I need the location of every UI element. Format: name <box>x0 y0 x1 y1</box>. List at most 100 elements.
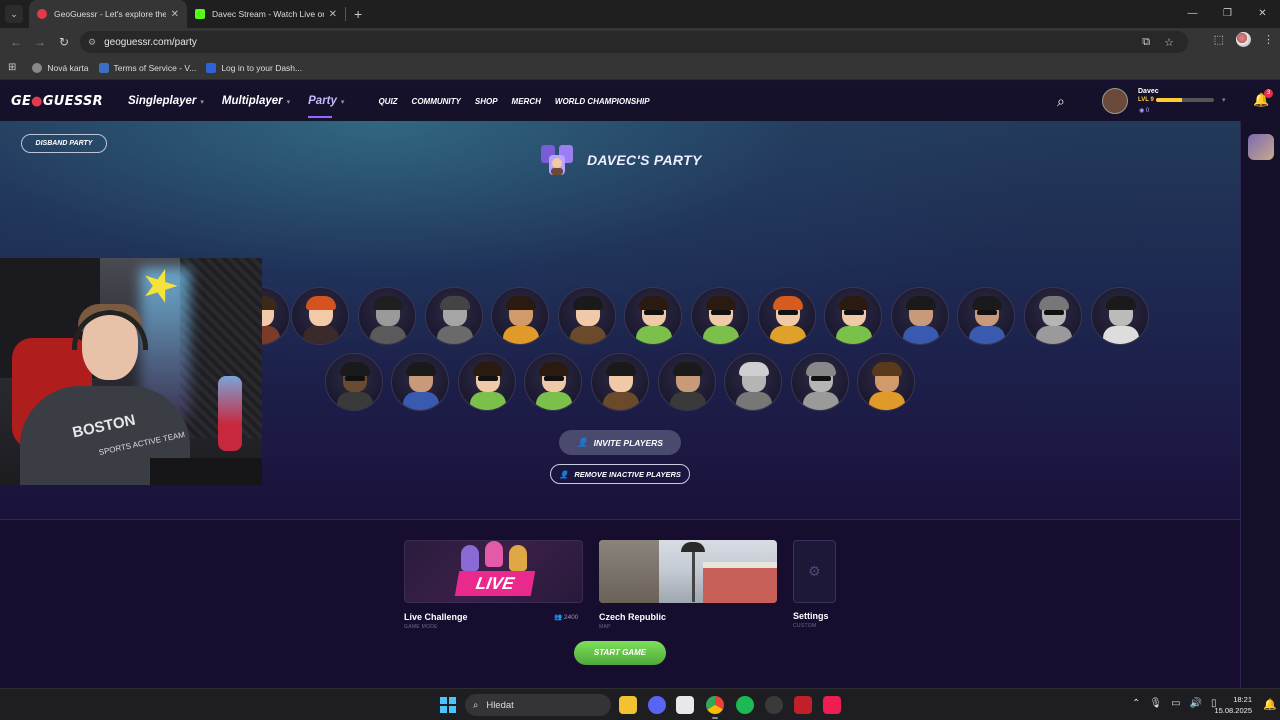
apps-grid-icon[interactable]: ⊞ <box>8 62 16 73</box>
obs-icon[interactable] <box>765 696 783 714</box>
nav-singleplayer[interactable]: Singleplayer ▾ <box>128 95 204 107</box>
party-member-avatar[interactable] <box>791 353 849 411</box>
bookmark-label: Terms of Service - V... <box>113 62 197 73</box>
geoguessr-logo[interactable]: GE●GUESSR <box>11 94 103 109</box>
party-member-avatar[interactable] <box>724 353 782 411</box>
user-level: LVL 9 <box>1138 97 1154 103</box>
tab-kick-stream[interactable]: Davec Stream - Watch Live on K ✕ <box>187 0 345 28</box>
sunglasses-icon <box>644 310 664 315</box>
nav-party[interactable]: Party ▾ <box>308 95 344 118</box>
site-info-icon[interactable]: ⚙ <box>88 37 96 48</box>
party-member-avatar[interactable] <box>425 287 483 345</box>
bookmark-star-icon[interactable]: ☆ <box>1164 36 1174 49</box>
avatar-hair <box>872 362 902 376</box>
party-member-avatar[interactable] <box>358 287 416 345</box>
remove-inactive-players-button[interactable]: 👤 REMOVE INACTIVE PLAYERS <box>550 464 690 484</box>
settings-card[interactable]: ⚙ <box>793 540 836 603</box>
chevron-up-icon[interactable]: ⌃ <box>1132 698 1140 709</box>
close-tab-icon[interactable]: ✕ <box>329 9 337 20</box>
bookmark-item[interactable]: Nová karta <box>32 62 89 73</box>
party-member-avatar[interactable] <box>857 353 915 411</box>
forward-icon[interactable]: → <box>28 35 52 49</box>
disband-party-button[interactable]: DISBAND PARTY <box>21 134 107 153</box>
reload-icon[interactable]: ↻ <box>52 35 76 49</box>
taskbar-search[interactable]: ⌕ Hledat <box>465 694 611 716</box>
new-tab-button[interactable]: + <box>354 6 362 22</box>
microphone-icon[interactable]: 🎙 <box>1149 698 1162 709</box>
party-member-avatar[interactable] <box>458 353 516 411</box>
party-member-avatar[interactable] <box>957 287 1015 345</box>
party-member-avatar[interactable] <box>491 287 549 345</box>
user-name[interactable]: Davec <box>1138 88 1159 95</box>
party-member-avatar[interactable] <box>558 287 616 345</box>
install-app-icon[interactable]: ⧉ <box>1142 36 1150 49</box>
sunglasses-icon <box>1044 310 1064 315</box>
maximize-icon[interactable]: ❐ <box>1210 0 1245 28</box>
map-card[interactable] <box>599 540 777 603</box>
nav-label: Party <box>308 95 337 107</box>
spotify-icon[interactable] <box>736 696 754 714</box>
close-tab-icon[interactable]: ✕ <box>171 9 179 20</box>
tf-app-icon[interactable] <box>794 696 812 714</box>
avatar-hair <box>639 296 669 310</box>
a-icon <box>206 62 217 73</box>
party-member-avatar[interactable] <box>691 287 749 345</box>
windows-start-icon[interactable] <box>440 697 456 713</box>
party-member-avatar[interactable] <box>824 287 882 345</box>
discord-icon[interactable] <box>648 696 666 714</box>
game-mode-sublabel: GAME MODE <box>404 624 438 630</box>
site-header: GE●GUESSR Singleplayer ▾ Multiplayer ▾ Par… <box>0 81 1280 121</box>
party-member-avatar[interactable] <box>524 353 582 411</box>
party-member-avatar[interactable] <box>391 353 449 411</box>
bookmark-item[interactable]: Terms of Service - V... <box>98 62 197 73</box>
avatar-hair <box>1039 296 1069 310</box>
menu-dots-icon[interactable]: ⋮ <box>1263 33 1274 46</box>
search-icon[interactable]: ⌕ <box>1057 93 1065 110</box>
nav-world-championship[interactable]: WORLD CHAMPIONSHIP <box>555 97 650 106</box>
notification-center-icon[interactable]: 🔔 <box>1263 698 1277 711</box>
game-mode-card[interactable]: LIVE <box>404 540 583 603</box>
tiktok-icon[interactable] <box>823 696 841 714</box>
user-avatar[interactable] <box>1102 88 1128 114</box>
extensions-icon[interactable]: ⬚ <box>1214 33 1224 46</box>
party-member-avatar[interactable] <box>891 287 949 345</box>
party-member-avatar[interactable] <box>325 353 383 411</box>
party-member-avatar[interactable] <box>758 287 816 345</box>
network-icon[interactable]: ▭ <box>1171 698 1180 709</box>
clock[interactable]: 18:21 15.08.2025 <box>1210 694 1252 716</box>
geoguessr-favicon-icon <box>37 9 47 19</box>
player-count-value: 2400 <box>563 614 579 621</box>
tab-search-icon[interactable]: ⌄ <box>5 5 23 23</box>
nav-shop[interactable]: SHOP <box>475 97 498 106</box>
party-member-avatar[interactable] <box>1091 287 1149 345</box>
party-member-avatar[interactable] <box>291 287 349 345</box>
invite-players-button[interactable]: 👤 INVITE PLAYERS <box>559 430 681 455</box>
minimize-icon[interactable]: — <box>1175 0 1210 28</box>
notepad-icon[interactable] <box>676 696 694 714</box>
party-member-avatar[interactable] <box>1024 287 1082 345</box>
nav-multiplayer[interactable]: Multiplayer ▾ <box>222 95 290 107</box>
close-window-icon[interactable]: ✕ <box>1245 0 1280 28</box>
avatar-hair <box>673 362 703 376</box>
tab-geoguessr[interactable]: GeoGuessr - Let's explore the w ✕ <box>29 0 187 28</box>
start-game-button[interactable]: START GAME <box>574 641 666 665</box>
user-add-icon: 👤 <box>577 437 588 447</box>
avatar-body <box>470 392 506 410</box>
nav-merch[interactable]: MERCH <box>512 97 541 106</box>
bookmark-item[interactable]: Log in to your Dash... <box>206 62 302 73</box>
party-member-avatar[interactable] <box>591 353 649 411</box>
friend-avatar[interactable] <box>1248 134 1274 160</box>
nav-community[interactable]: COMMUNITY <box>412 97 461 106</box>
url-input[interactable]: ⚙ geoguessr.com/party ⧉ ☆ <box>80 31 1188 53</box>
back-icon[interactable]: ← <box>4 35 28 49</box>
chrome-icon[interactable] <box>706 696 724 714</box>
party-member-avatar[interactable] <box>624 287 682 345</box>
volume-icon[interactable]: 🔊 <box>1190 698 1202 709</box>
party-member-avatar[interactable] <box>658 353 716 411</box>
chevron-down-icon[interactable]: ▾ <box>1222 96 1226 104</box>
character-figure <box>485 541 503 567</box>
nav-quiz[interactable]: QUIZ <box>378 97 397 106</box>
file-explorer-icon[interactable] <box>619 696 637 714</box>
profile-avatar[interactable] <box>1236 32 1251 47</box>
avatar-hair <box>839 296 869 310</box>
